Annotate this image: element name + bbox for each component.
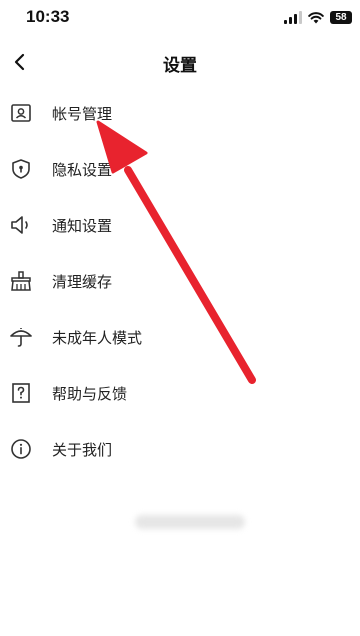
status-bar: 10:33 58 [0, 0, 360, 34]
menu-item-account[interactable]: 帐号管理 [0, 85, 360, 141]
info-icon [9, 437, 33, 461]
blurred-footer-button[interactable] [100, 504, 280, 540]
blurred-text [135, 515, 245, 529]
settings-menu: 帐号管理 隐私设置 通知设置 清理缓存 未成年人模式 帮助与反馈 关于我们 [0, 85, 360, 477]
status-time: 10:33 [26, 7, 70, 26]
status-icons: 58 [284, 9, 352, 25]
menu-item-label: 关于我们 [52, 440, 113, 459]
menu-item-label: 隐私设置 [52, 160, 113, 179]
menu-item-label: 清理缓存 [52, 272, 113, 291]
signal-icon [284, 10, 302, 24]
help-question-icon [9, 381, 33, 405]
battery-icon: 58 [330, 10, 352, 24]
page-title: 设置 [163, 56, 197, 76]
umbrella-icon [9, 325, 33, 349]
menu-item-clear-cache[interactable]: 清理缓存 [0, 253, 360, 309]
broom-icon [9, 269, 33, 293]
menu-item-label: 通知设置 [52, 216, 113, 235]
menu-item-notifications[interactable]: 通知设置 [0, 197, 360, 253]
speaker-icon [9, 213, 33, 237]
nav-bar: 设置 [0, 40, 360, 84]
menu-item-help-feedback[interactable]: 帮助与反馈 [0, 365, 360, 421]
privacy-shield-icon [9, 157, 33, 181]
menu-item-label: 帐号管理 [52, 104, 113, 123]
menu-item-privacy[interactable]: 隐私设置 [0, 141, 360, 197]
wifi-icon [308, 11, 324, 23]
account-card-icon [9, 101, 33, 125]
menu-item-label: 未成年人模式 [52, 328, 143, 347]
menu-item-label: 帮助与反馈 [52, 384, 128, 403]
menu-item-about[interactable]: 关于我们 [0, 421, 360, 477]
menu-item-minor-mode[interactable]: 未成年人模式 [0, 309, 360, 365]
